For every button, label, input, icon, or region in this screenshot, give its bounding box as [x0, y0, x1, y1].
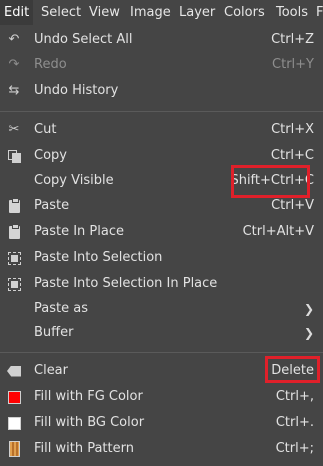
shortcut: Ctrl+; [275, 441, 314, 456]
menu-item-paste[interactable]: Paste Ctrl+V [0, 194, 323, 218]
menu-item-label: Cut [34, 122, 57, 137]
menubar-layer[interactable]: Layer [175, 0, 219, 25]
shortcut: Ctrl+Z [271, 32, 314, 47]
menubar-edit[interactable]: Edit [0, 0, 34, 25]
shortcut: Ctrl+, [275, 389, 314, 404]
menu-item-undo-select-all[interactable]: ↶ Undo Select All Ctrl+Z [0, 28, 323, 52]
shortcut: Ctrl+. [275, 415, 314, 430]
shortcut: Ctrl+V [271, 198, 314, 213]
menu-item-copy-visible[interactable]: Copy Visible Shift+Ctrl+C [0, 169, 323, 193]
menu-item-fill-fg[interactable]: Fill with FG Color Ctrl+, [0, 385, 323, 409]
menubar-select[interactable]: Select [37, 0, 85, 25]
menubar-filters[interactable]: F [312, 0, 323, 25]
undo-icon: ↶ [8, 32, 20, 47]
menubar: Edit Select View Image Layer Colors Tool… [0, 0, 323, 26]
menu-item-label: Copy [34, 148, 67, 163]
separator [0, 352, 323, 353]
menu-item-fill-pattern[interactable]: Fill with Pattern Ctrl+; [0, 437, 323, 461]
shortcut: Ctrl+X [271, 122, 314, 137]
shortcut: Ctrl+Y [272, 57, 314, 72]
redo-icon: ↷ [8, 57, 20, 72]
menu-item-label: Undo Select All [34, 32, 133, 47]
copy-icon [6, 148, 22, 164]
menu-item-clear[interactable]: Clear Delete [0, 359, 323, 383]
menu-item-label: Copy Visible [34, 173, 114, 188]
menubar-tools[interactable]: Tools [272, 0, 312, 25]
clipboard-icon [6, 197, 22, 214]
menubar-image[interactable]: Image [126, 0, 175, 25]
shortcut: Shift+Ctrl+C [230, 173, 314, 188]
menu-item-label: Redo [34, 57, 67, 72]
menu-item-redo[interactable]: ↷ Redo Ctrl+Y [0, 53, 323, 77]
edit-menu: ↶ Undo Select All Ctrl+Z ↷ Redo Ctrl+Y ⇆… [0, 25, 323, 466]
menu-item-undo-history[interactable]: ⇆ Undo History [0, 79, 323, 103]
menu-item-label: Buffer [34, 325, 74, 340]
menubar-view[interactable]: View [85, 0, 124, 25]
menu-item-paste-into-selection[interactable]: Paste Into Selection [0, 246, 323, 270]
menu-item-label: Fill with BG Color [34, 415, 145, 430]
menu-item-label: Paste as [34, 301, 88, 316]
selection-icon [6, 276, 22, 292]
menu-item-paste-in-place[interactable]: Paste In Place Ctrl+Alt+V [0, 220, 323, 244]
menu-item-label: Undo History [34, 83, 119, 98]
fg-color-swatch-icon [6, 389, 22, 405]
clipboard-icon [6, 223, 22, 240]
chevron-right-icon: ❯ [303, 326, 314, 340]
menu-item-fill-bg[interactable]: Fill with BG Color Ctrl+. [0, 411, 323, 435]
menu-item-copy[interactable]: Copy Ctrl+C [0, 144, 323, 168]
scissors-icon: ✂ [8, 122, 20, 137]
bg-color-swatch-icon [6, 415, 22, 431]
selection-icon [6, 250, 22, 266]
shortcut: Ctrl+Alt+V [242, 224, 314, 239]
menu-item-cut[interactable]: ✂ Cut Ctrl+X [0, 118, 323, 142]
menu-item-label: Clear [34, 363, 68, 378]
shortcut: Delete [271, 363, 314, 378]
menu-item-paste-into-selection-in-place[interactable]: Paste Into Selection In Place [0, 272, 323, 296]
menu-item-buffer[interactable]: Buffer ❯ [0, 321, 323, 345]
menu-item-label: Fill with Pattern [34, 441, 134, 456]
separator [0, 111, 323, 112]
menubar-colors[interactable]: Colors [220, 0, 269, 25]
menu-item-label: Paste Into Selection In Place [34, 276, 218, 291]
shortcut: Ctrl+C [270, 148, 314, 163]
undo-history-icon: ⇆ [8, 83, 20, 98]
pattern-icon [6, 441, 22, 457]
menu-item-label: Fill with FG Color [34, 389, 143, 404]
menu-item-paste-as[interactable]: Paste as ❯ [0, 297, 323, 321]
menu-item-label: Paste Into Selection [34, 250, 163, 265]
menu-item-label: Paste [34, 198, 70, 213]
clear-icon [6, 363, 22, 379]
menu-item-label: Paste In Place [34, 224, 124, 239]
chevron-right-icon: ❯ [303, 302, 314, 316]
